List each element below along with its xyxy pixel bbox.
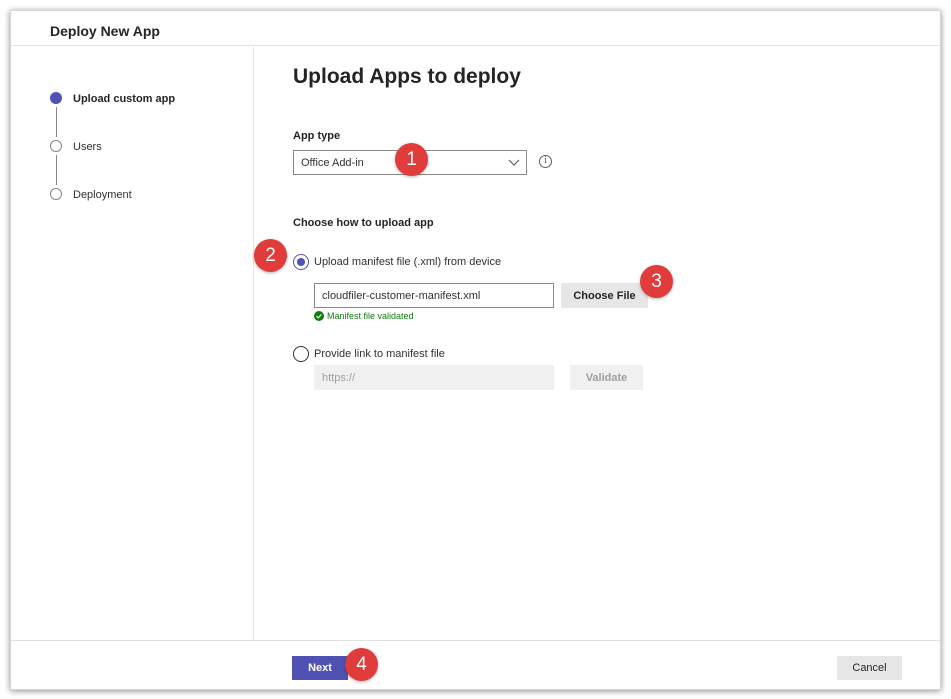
step-label-users[interactable]: Users <box>73 141 102 153</box>
wizard-steps: Upload custom app Users Deployment <box>11 47 254 640</box>
callout-badge-2: 2 <box>254 239 287 272</box>
manifest-validated-status: Manifest file validated <box>327 311 414 321</box>
chevron-down-icon <box>508 159 520 166</box>
dialog-header: Deploy New App <box>11 11 940 46</box>
radio-upload-from-device-label: Upload manifest file (.xml) from device <box>314 256 502 268</box>
app-type-label: App type <box>293 130 341 142</box>
app-type-selected-value: Office Add-in <box>301 157 364 169</box>
step-label-upload-custom-app[interactable]: Upload custom app <box>73 93 175 105</box>
validate-button[interactable]: Validate <box>570 365 643 390</box>
step-connector <box>56 155 57 185</box>
dialog-title: Deploy New App <box>50 23 160 39</box>
callout-badge-4: 4 <box>345 648 378 681</box>
callout-badge-1: 1 <box>395 143 428 176</box>
next-button[interactable]: Next <box>292 656 348 680</box>
page-title: Upload Apps to deploy <box>293 65 521 88</box>
checkmark-circle-icon <box>314 311 324 321</box>
dialog-footer: Next Cancel <box>11 640 940 689</box>
manifest-link-input[interactable] <box>314 365 554 390</box>
info-icon[interactable]: i <box>539 155 552 168</box>
manifest-file-field[interactable] <box>314 283 554 308</box>
upload-method-label: Choose how to upload app <box>293 217 434 229</box>
step-dot-users-icon <box>50 140 62 152</box>
radio-provide-link[interactable] <box>293 346 309 362</box>
cancel-button[interactable]: Cancel <box>837 656 902 680</box>
step-label-deployment[interactable]: Deployment <box>73 189 132 201</box>
callout-badge-3: 3 <box>640 265 673 298</box>
step-connector <box>56 107 57 137</box>
deploy-dialog: Deploy New App Upload custom app Users D… <box>10 10 941 690</box>
main-panel: Upload Apps to deploy App type Office Ad… <box>255 47 940 640</box>
step-dot-deployment-icon <box>50 188 62 200</box>
choose-file-button[interactable]: Choose File <box>561 283 648 308</box>
radio-upload-from-device[interactable] <box>293 254 309 270</box>
radio-provide-link-label: Provide link to manifest file <box>314 348 445 360</box>
step-dot-upload-active-icon <box>50 92 62 104</box>
